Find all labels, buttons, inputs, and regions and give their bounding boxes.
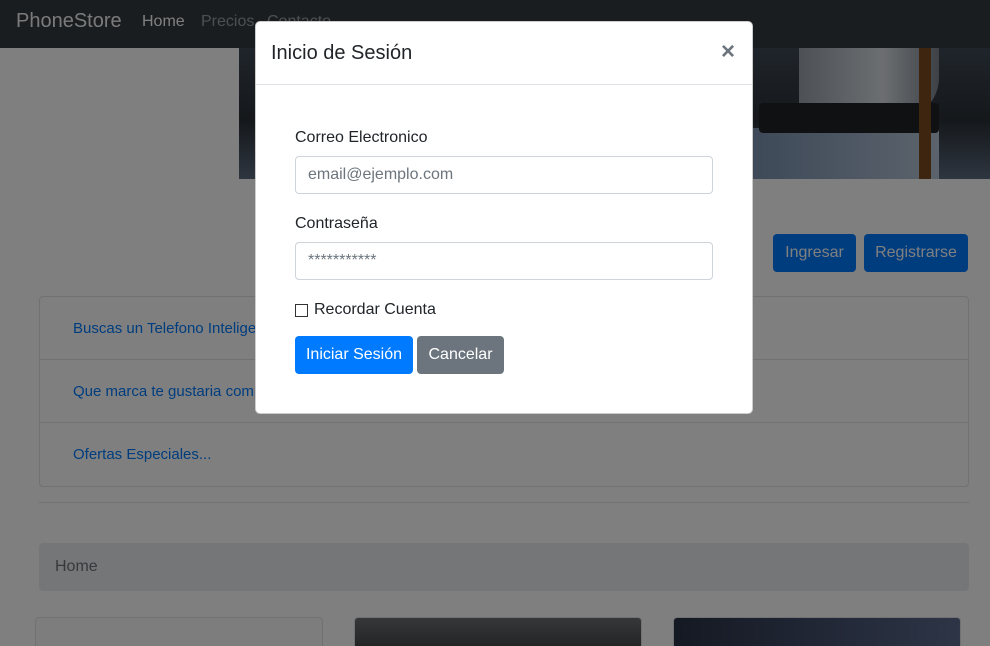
login-modal: Inicio de Sesión × Correo Electronico Co… xyxy=(255,21,753,414)
modal-header: Inicio de Sesión × xyxy=(256,22,752,85)
modal-title: Inicio de Sesión xyxy=(271,42,413,64)
email-label: Correo Electronico xyxy=(295,129,428,146)
remember-checkbox-row[interactable]: Recordar Cuenta xyxy=(295,301,436,319)
cancel-button[interactable]: Cancelar xyxy=(417,336,504,374)
password-field[interactable] xyxy=(295,242,713,280)
remember-label[interactable]: Recordar Cuenta xyxy=(314,301,436,319)
close-icon[interactable]: × xyxy=(721,38,735,66)
login-button[interactable]: Iniciar Sesión xyxy=(295,336,413,374)
email-field[interactable] xyxy=(295,156,713,194)
remember-checkbox[interactable] xyxy=(295,303,308,317)
password-label: Contraseña xyxy=(295,215,378,232)
